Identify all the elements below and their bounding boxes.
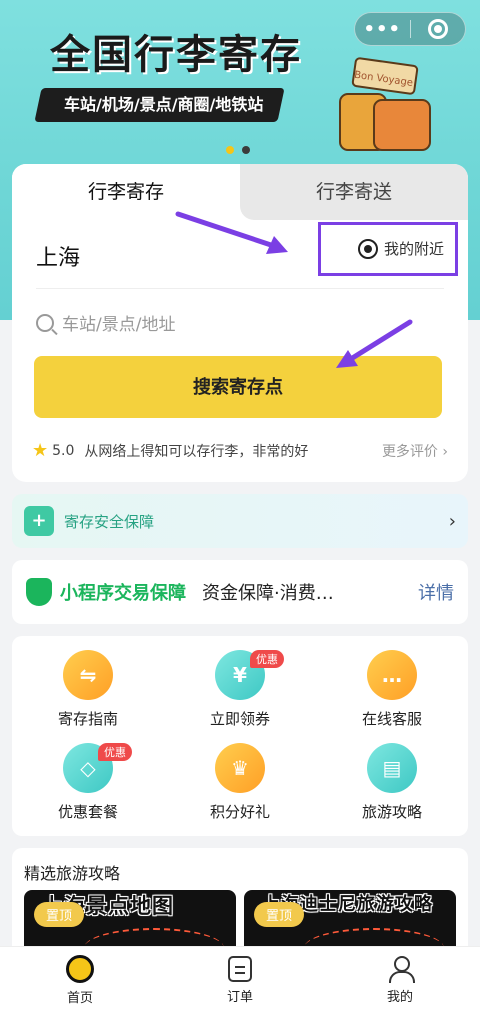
bottom-tab-bar: 首页 订单 我的	[0, 946, 480, 1014]
grid-item-points-gifts[interactable]: ♛ 积分好礼	[164, 743, 316, 835]
close-icon	[427, 19, 448, 39]
grid-item-discount-package[interactable]: ◇ 优惠 优惠套餐	[12, 743, 164, 835]
pinned-badge: 置顶	[254, 902, 305, 927]
miniprogram-capsule: •••	[354, 12, 466, 46]
order-icon	[228, 956, 252, 982]
annotation-arrow-nearby	[175, 211, 288, 254]
storage-safety-banner[interactable]: + 寄存安全保障 ›	[12, 494, 468, 548]
guarantee-desc: 资金保障·消费…	[202, 583, 334, 604]
grid-item-online-service[interactable]: … 在线客服	[316, 650, 468, 742]
tabbar-profile[interactable]: 我的	[320, 947, 480, 1014]
banner-subtitle: 车站/机场/景点/商圈/地铁站	[34, 88, 286, 122]
section-title: 精选旅游攻略	[24, 864, 121, 883]
home-icon	[66, 955, 94, 983]
guidebook-icon: ▤	[367, 743, 417, 793]
carousel-dot[interactable]	[242, 146, 250, 154]
feature-grid: ⇋ 寄存指南 ¥ 优惠 立即领券 … 在线客服 ◇ 优惠 优惠套餐 ♛ 积分好礼…	[12, 636, 468, 836]
rating-value: 5.0	[52, 442, 75, 459]
carousel-dot-active[interactable]	[226, 146, 234, 154]
tabbar-label: 订单	[226, 990, 253, 1005]
discount-badge: 优惠	[250, 650, 284, 668]
search-placeholder: 车站/景点/地址	[62, 315, 176, 335]
grid-item-storage-guide[interactable]: ⇋ 寄存指南	[12, 650, 164, 742]
review-summary[interactable]: ★ 5.0 从网络上得知可以存行李，非常的好 更多评价 ›	[32, 440, 448, 461]
star-icon: ★	[32, 440, 49, 461]
grid-label: 积分好礼	[209, 803, 270, 821]
grid-label: 寄存指南	[57, 710, 118, 728]
crown-icon: ♛	[215, 743, 265, 793]
shield-icon: +	[24, 506, 54, 536]
chevron-right-icon: ›	[448, 510, 456, 532]
search-input[interactable]: 车站/景点/地址	[36, 310, 175, 335]
divider	[36, 288, 444, 289]
suitcase-illustration: Bon Voyage	[339, 57, 431, 151]
annotation-arrow-search	[336, 319, 413, 368]
close-button[interactable]	[410, 19, 465, 39]
banner-title: 全国行李寄存	[50, 32, 302, 78]
grid-item-get-coupon[interactable]: ¥ 优惠 立即领券	[164, 650, 316, 742]
grid-label: 立即领券	[209, 710, 270, 728]
grid-label: 在线客服	[361, 710, 422, 728]
annotation-highlight-box	[318, 222, 458, 276]
more-reviews-link[interactable]: 更多评价 ›	[382, 441, 448, 461]
discount-badge: 优惠	[98, 743, 132, 761]
grid-item-travel-guide[interactable]: ▤ 旅游攻略	[316, 743, 468, 835]
search-icon	[36, 313, 54, 332]
city-selector[interactable]: 上海	[36, 240, 80, 272]
guarantee-title: 小程序交易保障	[60, 583, 186, 604]
tabbar-label: 我的	[386, 990, 413, 1005]
tabbar-orders[interactable]: 订单	[160, 947, 320, 1014]
trade-guarantee-bar[interactable]: 小程序交易保障 资金保障·消费… 详情	[12, 560, 468, 624]
more-menu-button[interactable]: •••	[355, 19, 410, 40]
pinned-badge: 置顶	[34, 902, 85, 927]
carousel-dots	[226, 146, 250, 154]
review-text: 从网络上得知可以存行李，非常的好	[84, 443, 309, 460]
tabbar-home[interactable]: 首页	[0, 947, 160, 1014]
chat-icon: …	[367, 650, 417, 700]
guarantee-shield-icon	[26, 578, 52, 606]
signpost-icon: ⇋	[63, 650, 113, 700]
grid-label: 旅游攻略	[361, 803, 422, 821]
grid-label: 优惠套餐	[57, 803, 118, 821]
guarantee-detail-link[interactable]: 详情	[418, 579, 454, 605]
user-icon	[387, 956, 415, 983]
safety-label: 寄存安全保障	[64, 512, 155, 531]
tabbar-label: 首页	[66, 991, 93, 1006]
